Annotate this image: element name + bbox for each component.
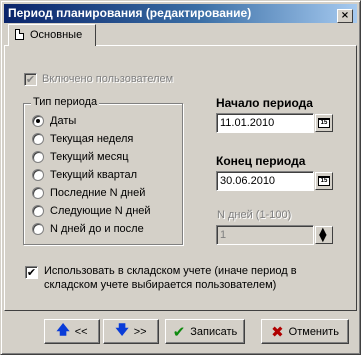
radio-last-n-days[interactable] [32,187,44,199]
checkmark-icon: ✔ [25,73,36,86]
previous-button[interactable]: 🡅 << [44,319,100,344]
n-days-label: N дней (1-100) [217,209,292,221]
period-end-label: Конец периода [216,154,306,168]
radio-current-week-label[interactable]: Текущая неделя [50,133,133,145]
next-button[interactable]: 🡇 >> [103,319,159,344]
period-start-label: Начало периода [216,96,313,110]
radio-next-n-days-label[interactable]: Следующие N дней [50,205,151,217]
warehouse-label-line2: складском учете выбирается пользователем… [44,279,277,291]
radio-current-month[interactable] [32,151,44,163]
radio-current-month-label[interactable]: Текущий месяц [50,151,129,163]
tab-label: Основные [30,29,83,41]
next-button-label: >> [133,325,147,338]
period-start-calendar-button[interactable]: 15 [315,114,333,132]
radio-dates-label[interactable]: Даты [50,115,76,127]
checkmark-icon: ✔ [26,266,37,279]
check-icon: ✔ [172,322,186,341]
period-start-input[interactable]: 11.01.2010 [216,113,314,133]
radio-last-n-days-label[interactable]: Последние N дней [50,187,145,199]
save-button[interactable]: ✔ Записать [165,319,245,344]
tab-main[interactable]: Основные [8,24,96,46]
save-button-label: Записать [190,325,238,338]
radio-current-quarter[interactable] [32,169,44,181]
enabled-by-user-label: Включено пользователем [42,73,174,85]
cross-icon: ✖ [271,322,284,341]
calendar-icon: 15 [318,176,330,186]
radio-current-quarter-label[interactable]: Текущий квартал [50,169,137,181]
window-title: Период планирования (редактирование) [8,6,252,20]
period-end-calendar-button[interactable]: 15 [315,172,333,190]
warehouse-checkbox[interactable]: ✔ [25,266,38,279]
previous-button-label: << [74,325,88,338]
down-arrow-icon: 🡇 [115,322,129,338]
up-arrow-icon: 🡅 [56,322,70,338]
close-icon: × [340,10,350,21]
radio-next-n-days[interactable] [32,205,44,217]
radio-n-days-around[interactable] [32,223,44,235]
title-bar[interactable]: Период планирования (редактирование) × [4,4,357,23]
cancel-button[interactable]: ✖ Отменить [261,319,349,344]
warehouse-label-line1: Использовать в складском учете (иначе пе… [44,265,297,277]
period-end-input[interactable]: 30.06.2010 [216,171,314,191]
dialog-window: Период планирования (редактирование) × О… [0,0,361,355]
radio-n-days-around-label[interactable]: N дней до и после [50,223,144,235]
calendar-icon: 15 [318,118,330,128]
radio-current-week[interactable] [32,133,44,145]
document-icon [15,29,24,40]
n-days-spin-button[interactable]: ▲ ▼ [315,226,333,244]
radio-dates[interactable] [32,115,44,127]
spin-arrows-icon: ▲ ▼ [319,226,327,244]
close-button[interactable]: × [337,9,353,23]
period-type-title: Тип периода [31,96,100,108]
enabled-by-user-checkbox[interactable]: ✔ [24,73,37,86]
n-days-input[interactable]: 1 [216,225,314,245]
cancel-button-label: Отменить [288,325,339,338]
